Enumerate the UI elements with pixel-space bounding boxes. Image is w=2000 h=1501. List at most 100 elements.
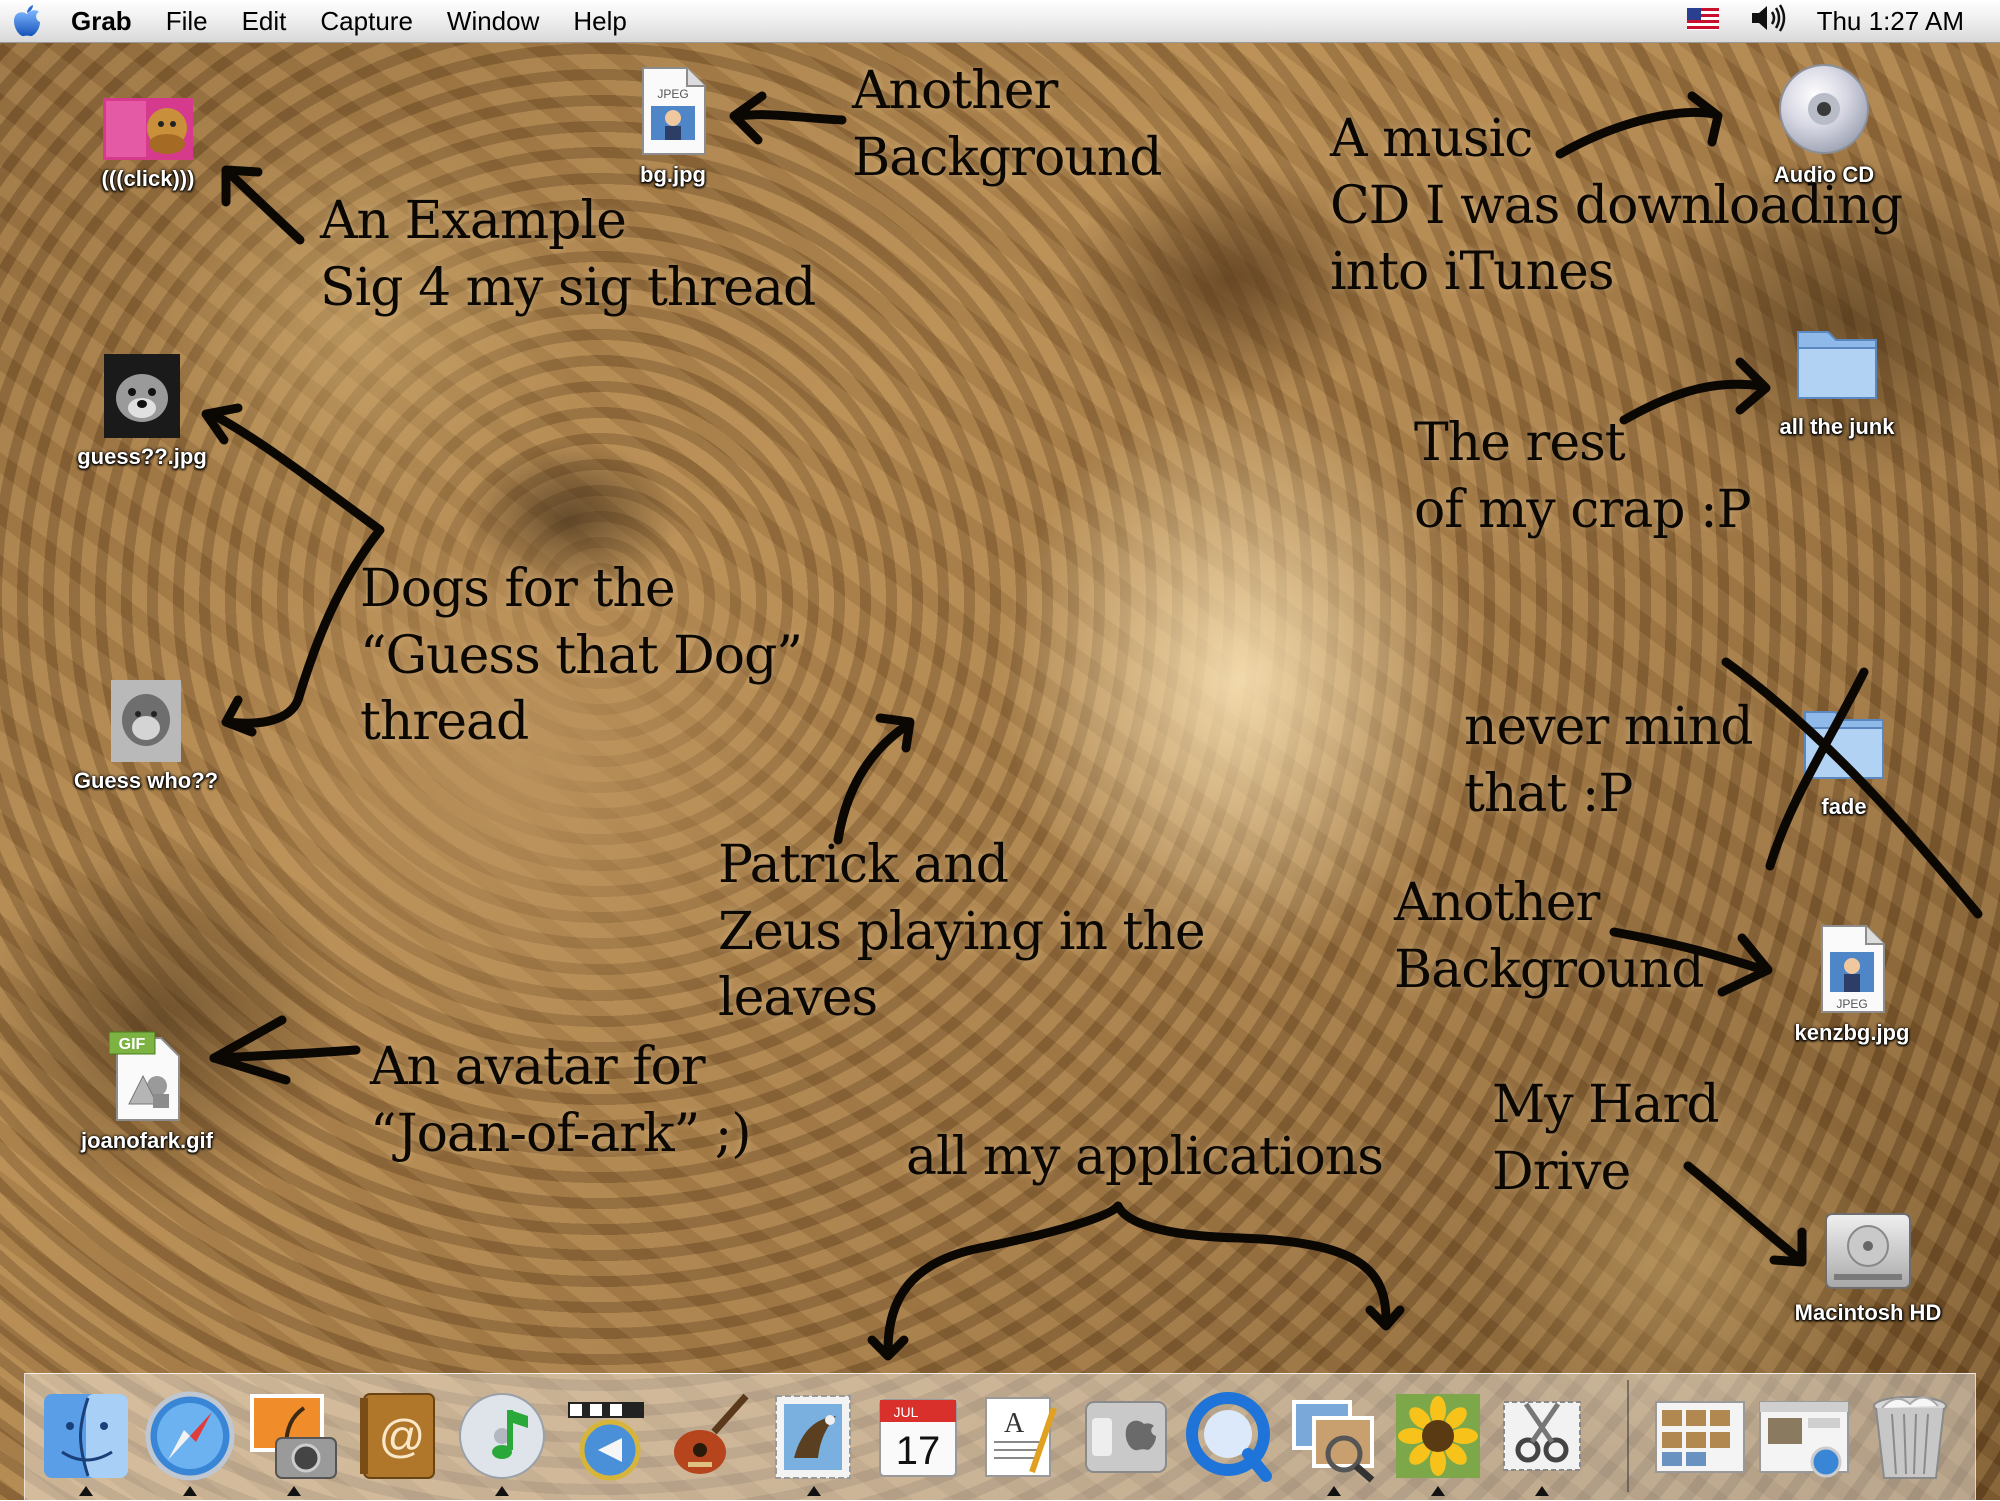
- gif-file-icon: GIF: [109, 1031, 180, 1121]
- note-line: “Guess that Dog”: [360, 625, 803, 686]
- dock-running-indicator: [1535, 1486, 1549, 1496]
- note-line: of my crap :P: [1414, 479, 1752, 540]
- jpeg-file-icon: JPEG: [642, 67, 706, 155]
- note-line: that :P: [1464, 763, 1633, 824]
- desktop-icon-bg-jpg[interactable]: JPEG bg.jpg: [583, 66, 763, 188]
- note-line: Sig 4 my sig thread: [320, 257, 816, 318]
- desktop-icon-kenzbg-jpg[interactable]: JPEG kenzbg.jpg: [1762, 924, 1942, 1046]
- volume-icon[interactable]: [1749, 3, 1787, 40]
- desktop-icon-guess-who[interactable]: Guess who??: [56, 680, 236, 794]
- dock-garageband[interactable]: [662, 1388, 758, 1484]
- note-patrick-and-zeus: Patrick and Zeus playing in the leaves: [718, 832, 1206, 1032]
- dog-image-thumbnail-icon: [103, 98, 193, 160]
- dock-sunflower-image[interactable]: [1390, 1388, 1486, 1484]
- dock-running-indicator: [183, 1486, 197, 1496]
- sunflower-image-icon: [1396, 1394, 1480, 1478]
- note-line: Zeus playing in the: [718, 901, 1206, 962]
- note-another-background-top: Another Background: [852, 58, 1163, 191]
- svg-text:JPEG: JPEG: [1836, 997, 1867, 1011]
- dock-imovie[interactable]: [558, 1388, 654, 1484]
- address-book-icon: @: [360, 1393, 435, 1479]
- desktop-icon-all-the-junk-label: all the junk: [1779, 414, 1895, 439]
- dock-running-indicator: [1327, 1486, 1341, 1496]
- dock-iphoto[interactable]: [246, 1388, 342, 1484]
- note-line: A music: [1330, 109, 1533, 169]
- menu-capture[interactable]: Capture: [303, 6, 430, 37]
- dock-grab[interactable]: [1494, 1388, 1590, 1484]
- note-line: My Hard: [1492, 1075, 1720, 1135]
- dock-preview[interactable]: [1286, 1388, 1382, 1484]
- note-music-cd: A music CD I was downloading into iTunes: [1330, 106, 1903, 306]
- note-line: leaves: [718, 968, 878, 1029]
- desktop-icon-all-the-junk[interactable]: all the junk: [1747, 318, 1927, 440]
- dock-system-preferences[interactable]: [1078, 1388, 1174, 1484]
- note-line: Drive: [1492, 1141, 1631, 1202]
- menu-bar: Grab File Edit Capture Window Help Thu 1…: [0, 0, 2000, 43]
- desktop-icon-joanofark-gif[interactable]: GIF joanofark.gif: [57, 1030, 237, 1154]
- menu-app-name[interactable]: Grab: [54, 6, 149, 37]
- note-all-my-applications: all my applications: [906, 1124, 1384, 1191]
- finder-icon: [44, 1394, 128, 1478]
- note-line: Dogs for the: [360, 559, 676, 619]
- garageband-icon: [674, 1393, 749, 1474]
- desktop-icon-guess-who-label: Guess who??: [73, 768, 219, 793]
- dock-textedit[interactable]: A: [974, 1388, 1070, 1484]
- svg-text:JPEG: JPEG: [657, 87, 688, 101]
- quicktime-icon: [1186, 1392, 1272, 1482]
- minimized-window-2-icon: [1759, 1401, 1849, 1478]
- menu-file[interactable]: File: [149, 6, 225, 37]
- dock-quicktime[interactable]: [1182, 1388, 1278, 1484]
- dock-minimized-window-1[interactable]: [1652, 1388, 1748, 1484]
- dock-mail[interactable]: [766, 1388, 862, 1484]
- ical-icon: JUL 17: [879, 1399, 957, 1477]
- hard-drive-icon: [1825, 1213, 1911, 1289]
- svg-text:17: 17: [896, 1429, 941, 1473]
- desktop-icon-macintosh-hd[interactable]: Macintosh HD: [1778, 1208, 1958, 1326]
- us-flag-icon[interactable]: [1686, 6, 1719, 37]
- minimized-window-1-icon: [1655, 1401, 1745, 1473]
- note-line: all my applications: [906, 1127, 1384, 1187]
- jpeg-file-icon: JPEG: [1821, 925, 1885, 1013]
- dock-running-indicator: [1431, 1486, 1445, 1496]
- desktop-icon-click[interactable]: (((click))): [58, 98, 238, 192]
- note-my-hard-drive: My Hard Drive: [1492, 1072, 1720, 1205]
- desktop-icon-guess-jpg[interactable]: guess??.jpg: [52, 354, 232, 470]
- menu-edit[interactable]: Edit: [225, 6, 304, 37]
- note-line: Another: [1394, 873, 1600, 933]
- desktop-icon-kenzbg-label: kenzbg.jpg: [1794, 1020, 1910, 1045]
- grab-icon: [1503, 1401, 1581, 1471]
- note-avatar: An avatar for “Joan-of-ark” ;): [370, 1034, 752, 1167]
- dock-minimized-window-2[interactable]: [1756, 1388, 1852, 1484]
- desktop-icon-fade[interactable]: fade: [1754, 698, 1934, 820]
- dock-address-book[interactable]: @: [350, 1388, 446, 1484]
- menu-window[interactable]: Window: [430, 6, 556, 37]
- bw-dog-image-icon: [104, 354, 180, 438]
- desktop-icon-joanofark-label: joanofark.gif: [80, 1128, 213, 1153]
- dock-ical[interactable]: JUL 17: [870, 1388, 966, 1484]
- svg-text:@: @: [379, 1410, 426, 1462]
- menu-clock[interactable]: Thu 1:27 AM: [1817, 6, 1964, 37]
- dock-running-indicator: [287, 1486, 301, 1496]
- menu-help[interactable]: Help: [556, 6, 643, 37]
- trash-icon: [1873, 1396, 1947, 1479]
- note-line: “Joan-of-ark” ;): [370, 1103, 752, 1164]
- apple-menu-icon[interactable]: [0, 0, 54, 42]
- folder-icon: [1797, 331, 1877, 399]
- note-line: Background: [852, 127, 1163, 188]
- dock-safari[interactable]: [142, 1388, 238, 1484]
- note-line: into iTunes: [1330, 242, 1615, 303]
- safari-icon: [145, 1391, 235, 1481]
- mail-icon: [775, 1395, 851, 1479]
- note-line: An Example: [320, 191, 627, 251]
- dock-running-indicator: [495, 1486, 509, 1496]
- dock-itunes[interactable]: [454, 1388, 550, 1484]
- dock-finder[interactable]: [38, 1388, 134, 1484]
- textedit-icon: A: [985, 1397, 1057, 1477]
- note-line: Background: [1394, 939, 1705, 1000]
- preview-icon: [1292, 1400, 1375, 1483]
- system-preferences-icon: [1085, 1401, 1167, 1473]
- dock-trash[interactable]: [1862, 1388, 1958, 1484]
- iphoto-icon: [250, 1394, 337, 1479]
- note-line: The rest: [1414, 413, 1626, 473]
- desktop-icon-bg-jpg-label: bg.jpg: [640, 162, 706, 187]
